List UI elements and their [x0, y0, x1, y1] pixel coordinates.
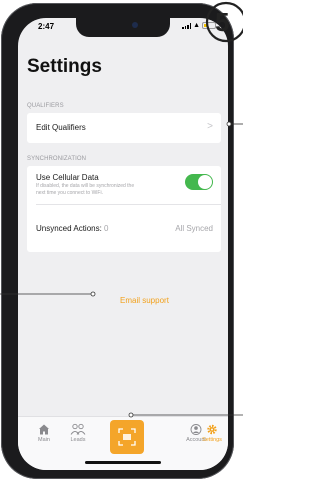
callout-lines — [0, 1, 243, 418]
